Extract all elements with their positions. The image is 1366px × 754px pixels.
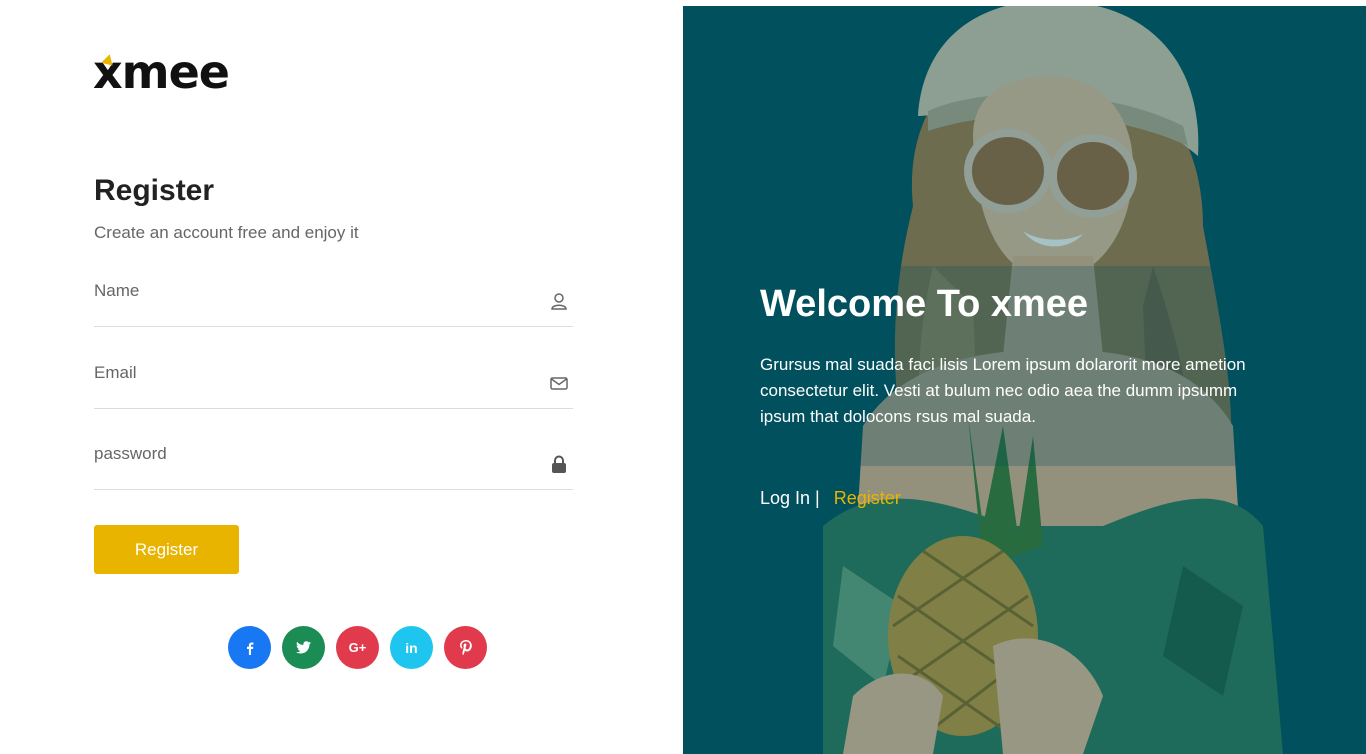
- link-separator: |: [815, 488, 820, 508]
- logo-text: xmee: [93, 45, 230, 99]
- name-placeholder: Name: [94, 281, 140, 300]
- page-subtitle: Create an account free and enjoy it: [94, 223, 359, 242]
- twitter-icon: [296, 641, 311, 654]
- welcome-panel: Welcome To xmee Grursus mal suada faci l…: [683, 6, 1366, 754]
- password-placeholder: password: [94, 444, 167, 463]
- register-panel: xmee Register Create an account free and…: [0, 0, 683, 754]
- twitter-button[interactable]: [282, 626, 325, 669]
- pinterest-button[interactable]: [444, 626, 487, 669]
- social-links: G+ in: [228, 626, 487, 669]
- linkedin-button[interactable]: in: [390, 626, 433, 669]
- pinterest-icon: [459, 640, 472, 655]
- password-field[interactable]: password: [94, 444, 573, 490]
- facebook-button[interactable]: [228, 626, 271, 669]
- google-plus-icon: G+: [348, 640, 367, 655]
- envelope-icon: [550, 377, 568, 390]
- register-link[interactable]: Register: [834, 488, 901, 509]
- auth-links: Log In | Register: [760, 488, 901, 509]
- logo[interactable]: xmee: [93, 45, 230, 99]
- user-icon: [551, 293, 567, 310]
- welcome-description: Grursus mal suada faci lisis Lorem ipsum…: [760, 355, 1246, 426]
- page-title: Register: [94, 174, 215, 207]
- facebook-icon: [246, 642, 253, 655]
- lock-icon: [552, 455, 566, 473]
- login-link[interactable]: Log In: [760, 488, 810, 509]
- welcome-title: Welcome To xmee: [760, 283, 1089, 325]
- name-field[interactable]: Name: [94, 281, 573, 327]
- email-placeholder: Email: [94, 363, 137, 382]
- register-button[interactable]: Register: [94, 525, 239, 574]
- email-field[interactable]: Email: [94, 363, 573, 409]
- linkedin-icon: in: [405, 639, 418, 656]
- google-plus-button[interactable]: G+: [336, 626, 379, 669]
